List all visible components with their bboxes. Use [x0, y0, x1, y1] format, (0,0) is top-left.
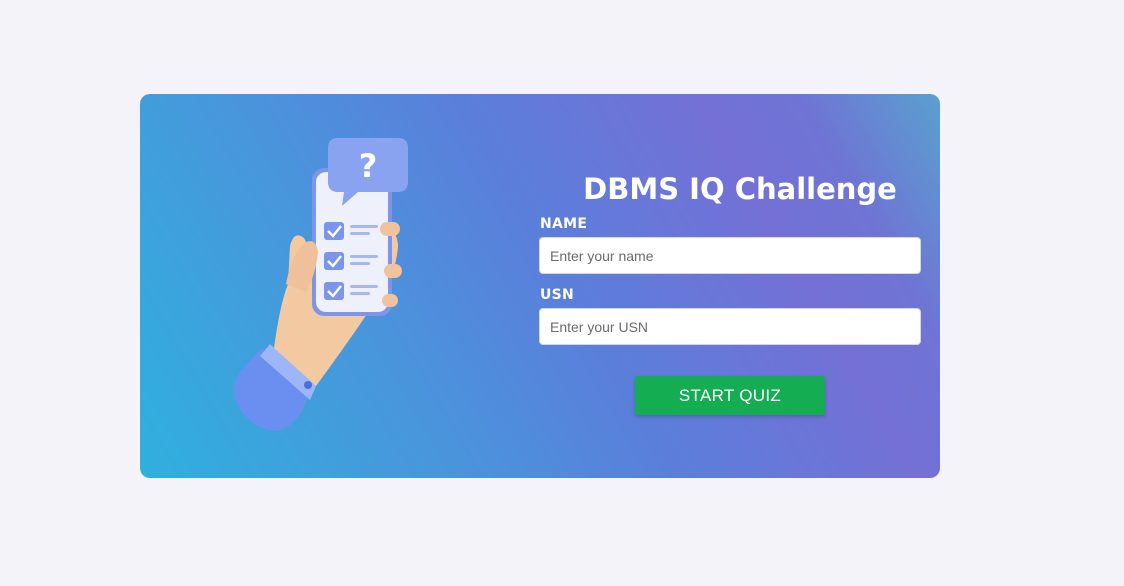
name-field-group: NAME [539, 216, 921, 274]
usn-field-group: USN [539, 287, 921, 345]
hand-holding-phone-checklist-icon: ? [234, 138, 408, 431]
question-mark-icon: ? [359, 147, 378, 185]
name-label: NAME [540, 216, 588, 232]
page-title: DBMS IQ Challenge [583, 172, 897, 206]
usn-input[interactable] [539, 308, 921, 345]
usn-label: USN [540, 287, 575, 303]
quiz-card: ? DBMS IQ Challenge NAME USN START QUIZ [140, 94, 940, 478]
start-quiz-button[interactable]: START QUIZ [635, 376, 825, 415]
quiz-login-form: DBMS IQ Challenge NAME USN START QUIZ [539, 164, 921, 415]
name-input[interactable] [539, 237, 921, 274]
